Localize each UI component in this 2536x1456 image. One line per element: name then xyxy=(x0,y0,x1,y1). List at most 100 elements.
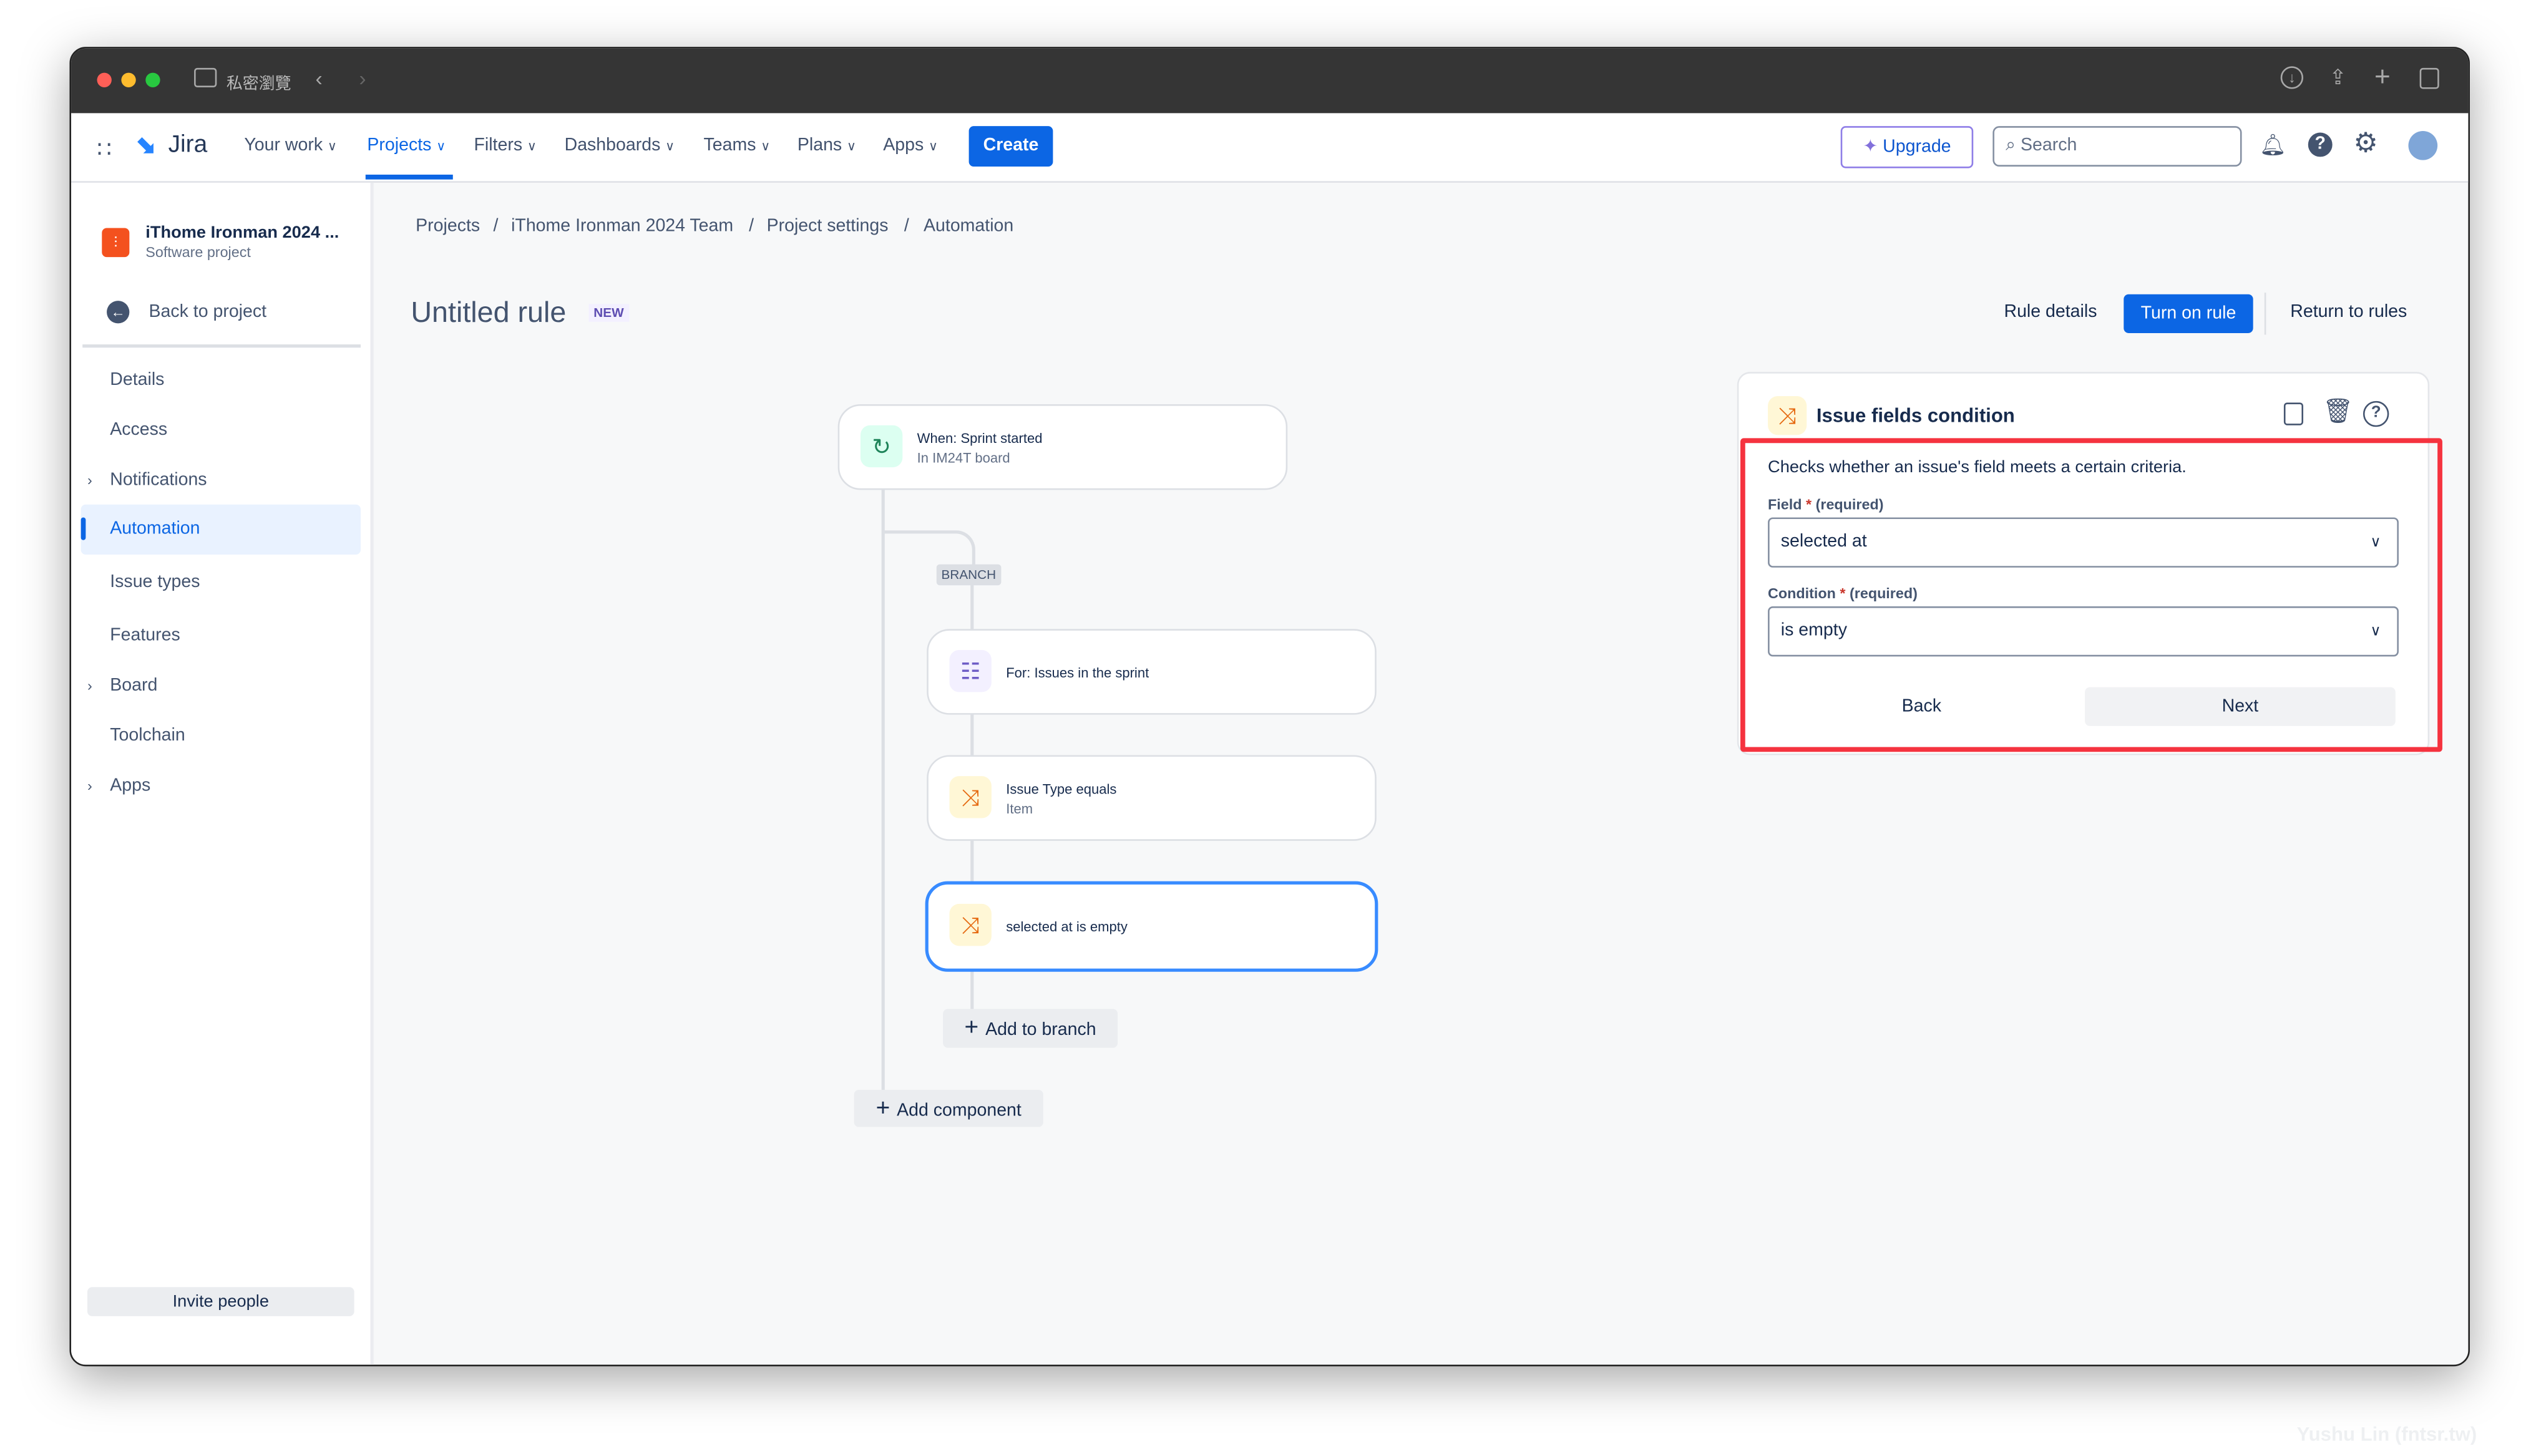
search-input[interactable]: ⌕ Search xyxy=(1992,126,2242,167)
new-tab-icon[interactable]: + xyxy=(2374,61,2391,94)
nav-label: Plans xyxy=(797,135,842,155)
add-to-branch-button[interactable]: + Add to branch xyxy=(943,1009,1118,1048)
project-type: Software project xyxy=(145,244,251,261)
node-title: selected at is empty xyxy=(1006,918,1128,935)
nav-teams[interactable]: Teams ∨ xyxy=(704,136,771,155)
breadcrumb-automation[interactable]: Automation xyxy=(924,216,1013,236)
page-title[interactable]: Untitled rule xyxy=(411,296,566,329)
jira-logo-text[interactable]: Jira xyxy=(168,131,208,158)
sidebar-item-label: Automation xyxy=(110,519,200,539)
sidebar-item-details[interactable]: Details xyxy=(110,371,164,390)
nav-filters[interactable]: Filters ∨ xyxy=(474,136,537,155)
shuffle-condition-icon: ⤨ xyxy=(1768,396,1807,435)
chevron-down-icon: ∨ xyxy=(665,138,675,154)
sidebar-item-notifications[interactable]: Notifications xyxy=(110,470,207,490)
delete-trash-icon[interactable]: 🗑︎ xyxy=(2323,396,2353,425)
shuffle-condition-icon: ⤨ xyxy=(949,776,992,818)
jira-logo-icon[interactable]: ⬊ xyxy=(136,131,157,160)
back-icon[interactable]: ‹ xyxy=(315,66,322,90)
help-icon[interactable]: ? xyxy=(2308,132,2333,157)
node-title: When: Sprint started xyxy=(917,430,1043,447)
project-avatar-icon: ⫶ xyxy=(102,228,130,258)
duplicate-icon[interactable] xyxy=(2283,402,2304,425)
node-subtitle: Item xyxy=(1006,800,1033,817)
sprint-refresh-icon: ↻ xyxy=(860,425,903,468)
user-avatar[interactable] xyxy=(2408,130,2438,160)
help-icon[interactable]: ? xyxy=(2363,400,2389,427)
forward-icon[interactable]: › xyxy=(359,66,366,90)
sidebar-item-features[interactable]: Features xyxy=(110,626,180,645)
breadcrumb-projects[interactable]: Projects xyxy=(416,216,480,236)
sidebar-item-access[interactable]: Access xyxy=(110,420,167,440)
back-arrow-icon: ← xyxy=(107,301,130,324)
turn-on-rule-button[interactable]: Turn on rule xyxy=(2124,294,2253,333)
invite-people-button[interactable]: Invite people xyxy=(87,1287,354,1316)
sidebar-icon[interactable] xyxy=(194,67,217,87)
chevron-down-icon: ∨ xyxy=(929,138,939,154)
add-component-button[interactable]: + Add component xyxy=(854,1090,1043,1127)
sidebar-divider xyxy=(82,344,361,348)
selected-condition-node[interactable]: ⤨ selected at is empty xyxy=(925,881,1378,972)
return-to-rules-button[interactable]: Return to rules xyxy=(2290,303,2407,322)
upgrade-button[interactable]: ✦ Upgrade xyxy=(1840,126,1974,168)
nav-label: Apps xyxy=(883,135,924,155)
zoom-window-button[interactable] xyxy=(145,72,160,87)
watermark: Yushu Lin (fntsr.tw) xyxy=(2296,1422,2477,1446)
node-title: Issue Type equals xyxy=(1006,780,1117,797)
nav-label: Teams xyxy=(703,135,756,155)
nav-label: Dashboards xyxy=(564,135,661,155)
branch-node[interactable]: ☷ For: Issues in the sprint xyxy=(927,629,1377,715)
sparkle-icon: ✦ xyxy=(1863,137,1883,157)
chevron-down-icon: ∨ xyxy=(846,138,857,154)
back-to-project-link[interactable]: Back to project xyxy=(149,303,266,322)
trigger-node[interactable]: ↻ When: Sprint started In IM24T board xyxy=(837,404,1288,490)
notifications-bell-icon[interactable]: 🔔︎ xyxy=(2260,133,2286,158)
nav-your-work[interactable]: Your work ∨ xyxy=(244,136,337,155)
button-label: Add to branch xyxy=(985,1020,1096,1040)
breadcrumb-separator: / xyxy=(904,216,909,236)
branch-label: BRANCH xyxy=(936,564,1001,586)
browser-titlebar: 私密瀏覽 ‹ › ↓ ⇪ + xyxy=(71,48,2469,114)
breadcrumb-project[interactable]: iThome Ironman 2024 Team xyxy=(511,216,733,236)
sidebar-item-issue-types[interactable]: Issue types xyxy=(110,573,200,592)
minimize-window-button[interactable] xyxy=(121,72,136,87)
settings-gear-icon[interactable]: ⚙ xyxy=(2353,128,2378,160)
nav-dashboards[interactable]: Dashboards ∨ xyxy=(565,136,675,155)
nav-label: Filters xyxy=(474,135,523,155)
rule-details-button[interactable]: Rule details xyxy=(2004,303,2097,322)
button-label: Add component xyxy=(897,1101,1022,1121)
sidebar-item-board[interactable]: Board xyxy=(110,676,157,695)
node-title: For: Issues in the sprint xyxy=(1006,664,1149,681)
nav-projects[interactable]: Projects ∨ xyxy=(367,136,446,155)
sidebar-item-automation[interactable]: Automation xyxy=(80,504,361,555)
download-icon[interactable]: ↓ xyxy=(2280,66,2304,89)
nav-plans[interactable]: Plans ∨ xyxy=(797,136,856,155)
chevron-down-icon: ∨ xyxy=(761,138,771,154)
project-name[interactable]: iThome Ironman 2024 ... xyxy=(145,223,339,243)
create-button[interactable]: Create xyxy=(968,126,1053,167)
panel-title: Issue fields condition xyxy=(1816,404,2015,427)
plus-icon: + xyxy=(875,1094,897,1122)
upgrade-label: Upgrade xyxy=(1883,137,1951,157)
chevron-down-icon: ∨ xyxy=(327,138,338,154)
top-navigation: ∷ ⬊ Jira Your work ∨ Projects ∨ Filters ∨ D… xyxy=(71,113,2469,183)
chevron-down-icon: ∨ xyxy=(527,138,537,154)
share-icon[interactable]: ⇪ xyxy=(2329,65,2346,90)
chevron-right-icon[interactable]: › xyxy=(87,677,92,694)
nav-label: Your work xyxy=(244,135,323,155)
close-window-button[interactable] xyxy=(97,72,112,87)
tabs-overview-icon[interactable] xyxy=(2419,67,2439,89)
browser-window: 私密瀏覽 ‹ › ↓ ⇪ + ∷ ⬊ Jira Your work ∨ Proje… xyxy=(69,47,2470,1367)
breadcrumb-project-settings[interactable]: Project settings xyxy=(767,216,889,236)
shuffle-condition-icon: ⤨ xyxy=(949,903,992,946)
node-subtitle: In IM24T board xyxy=(917,449,1010,466)
sidebar-item-apps[interactable]: Apps xyxy=(110,776,150,795)
app-switcher-icon[interactable]: ∷ xyxy=(97,136,112,163)
sidebar-item-toolchain[interactable]: Toolchain xyxy=(110,726,185,745)
nav-apps[interactable]: Apps ∨ xyxy=(883,136,938,155)
chevron-right-icon[interactable]: › xyxy=(87,778,92,794)
condition-node[interactable]: ⤨ Issue Type equals Item xyxy=(927,755,1377,841)
chevron-right-icon[interactable]: › xyxy=(87,472,92,488)
search-icon: ⌕ xyxy=(2006,135,2016,155)
project-sidebar: ⫶ iThome Ironman 2024 ... Software proje… xyxy=(71,182,374,1365)
